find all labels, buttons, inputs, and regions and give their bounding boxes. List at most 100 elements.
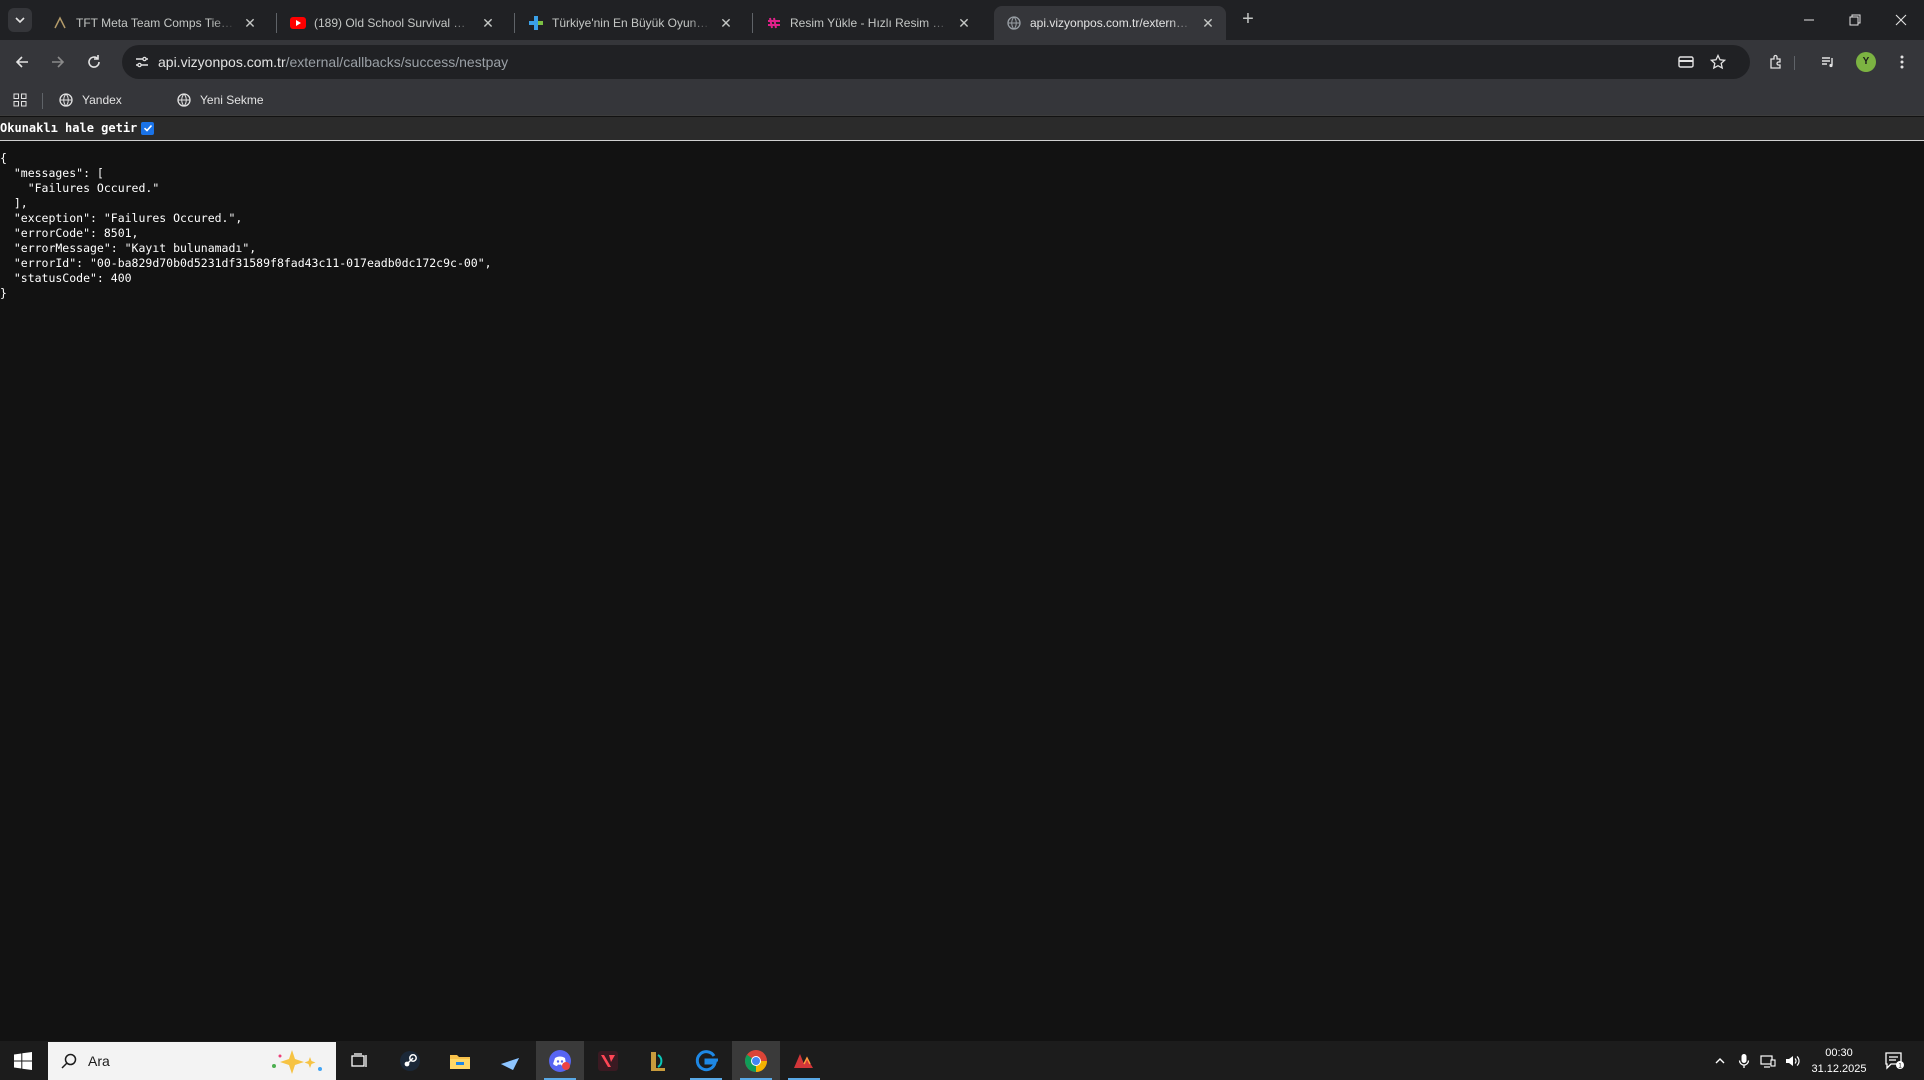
- tune-icon: [136, 56, 148, 68]
- pretty-print-checkbox[interactable]: [141, 121, 155, 135]
- tab[interactable]: (189) Old School Survival Camp ✕: [278, 6, 506, 40]
- plus-icon: [528, 15, 544, 31]
- chevron-down-icon: [15, 17, 25, 24]
- close-tab-icon[interactable]: ✕: [956, 15, 972, 31]
- back-button[interactable]: [8, 48, 36, 76]
- show-hidden-icons[interactable]: [1710, 1041, 1730, 1080]
- json-body: { "messages": [ "Failures Occured." ], "…: [0, 151, 492, 301]
- toolbar-divider: [1794, 56, 1795, 70]
- media-control-icon[interactable]: [1816, 50, 1840, 74]
- tab[interactable]: TFT Meta Team Comps Tier List ✕: [40, 6, 268, 40]
- bookmark-star-icon[interactable]: [1708, 52, 1728, 72]
- bookmark-yeni-sekme[interactable]: Yeni Sekme: [176, 91, 264, 109]
- json-line: "errorId": "00-ba829d70b0d5231df31589f8f…: [0, 256, 492, 270]
- pretty-print-label: Okunaklı hale getir: [0, 121, 138, 135]
- json-line: "errorCode": 8501,: [0, 226, 139, 240]
- page-content: Okunaklı hale getir { "messages": [ "Fai…: [0, 117, 1924, 1041]
- globe-icon: [58, 92, 74, 108]
- json-line: {: [0, 151, 7, 165]
- json-line: "statusCode": 400: [0, 271, 132, 285]
- close-window-button[interactable]: [1878, 0, 1924, 40]
- apps-grid-icon: [12, 92, 28, 108]
- url-path: /external/callbacks/success/nestpay: [285, 54, 509, 70]
- start-button[interactable]: [0, 1041, 46, 1080]
- tab-divider: [752, 13, 753, 33]
- task-view-icon[interactable]: [336, 1041, 384, 1080]
- globe-icon: [1006, 15, 1022, 31]
- reload-button[interactable]: [80, 48, 108, 76]
- card-icon[interactable]: [1676, 52, 1696, 72]
- json-line: "errorMessage": "Kayıt bulunamadı",: [0, 241, 257, 255]
- close-tab-icon[interactable]: ✕: [242, 15, 258, 31]
- windows-icon: [14, 1051, 32, 1070]
- json-line: ],: [0, 196, 28, 210]
- taskbar: Ara 00:30 31.12.2025 1: [0, 1041, 1924, 1080]
- app-icon[interactable]: [486, 1041, 534, 1080]
- close-icon: [1895, 14, 1907, 26]
- steam-icon[interactable]: [386, 1041, 434, 1080]
- tab-title: (189) Old School Survival Camp: [314, 16, 474, 30]
- tab-search-button[interactable]: [8, 8, 32, 32]
- new-tab-button[interactable]: +: [1236, 8, 1260, 32]
- close-tab-icon[interactable]: ✕: [480, 15, 496, 31]
- moon-icon: [134, 92, 150, 108]
- tab[interactable]: Türkiye'nin En Büyük Oyuncu Pazarı ✕: [516, 6, 744, 40]
- globe-icon: [176, 92, 192, 108]
- forward-button[interactable]: [44, 48, 72, 76]
- chevron-up-icon: [1715, 1057, 1725, 1063]
- taskbar-search[interactable]: Ara: [48, 1042, 336, 1080]
- close-tab-icon[interactable]: ✕: [718, 15, 734, 31]
- apps-button[interactable]: [12, 91, 36, 109]
- tab-divider: [276, 13, 277, 33]
- sparkle-icon: [272, 1050, 322, 1074]
- extensions-icon[interactable]: [1764, 50, 1788, 74]
- network-icon[interactable]: [1756, 1041, 1780, 1080]
- restore-icon: [1849, 14, 1861, 26]
- riot-icon[interactable]: [780, 1041, 828, 1080]
- minimize-button[interactable]: [1786, 0, 1832, 40]
- bookmark-label: Yeni Sekme: [200, 93, 264, 107]
- reload-icon: [88, 55, 100, 68]
- json-viewer-toolbar: Okunaklı hale getir: [0, 117, 1924, 141]
- browser-g-icon[interactable]: [682, 1041, 730, 1080]
- tab-strip: TFT Meta Team Comps Tier List ✕ (189) Ol…: [0, 0, 1924, 40]
- microphone-icon[interactable]: [1734, 1041, 1754, 1080]
- clock-date: 31.12.2025: [1811, 1063, 1867, 1075]
- taskbar-search-placeholder: Ara: [88, 1053, 110, 1069]
- clock-time: 00:30: [1825, 1047, 1853, 1059]
- tab[interactable]: Resim Yükle - Hızlı Resim Paylaş ✕: [754, 6, 982, 40]
- file-explorer-icon[interactable]: [436, 1041, 484, 1080]
- tab-divider: [514, 13, 515, 33]
- notification-icon: 1: [1885, 1051, 1904, 1070]
- valorant-icon[interactable]: [584, 1041, 632, 1080]
- pretty-print-toggle[interactable]: Okunaklı hale getir: [0, 121, 155, 135]
- bookmark-yandex[interactable]: Yandex: [58, 91, 122, 109]
- json-line: "messages": [: [0, 166, 104, 180]
- imgur-icon: [766, 15, 782, 31]
- arrow-right-icon: [52, 56, 65, 68]
- address-bar[interactable]: api.vizyonpos.com.tr/external/callbacks/…: [122, 45, 1750, 79]
- chrome-icon[interactable]: [732, 1041, 780, 1080]
- json-line: "Failures Occured.": [0, 181, 160, 195]
- url-text[interactable]: api.vizyonpos.com.tr/external/callbacks/…: [158, 54, 508, 70]
- site-info-button[interactable]: [130, 50, 154, 74]
- bookmark-label: Yandex: [82, 93, 122, 107]
- discord-icon[interactable]: [536, 1041, 584, 1080]
- browser-toolbar: api.vizyonpos.com.tr/external/callbacks/…: [0, 40, 1924, 84]
- taskbar-clock[interactable]: 00:30 31.12.2025: [1802, 1045, 1876, 1077]
- tab-title: Resim Yükle - Hızlı Resim Paylaş: [790, 16, 950, 30]
- tab-active[interactable]: api.vizyonpos.com.tr/external/callbacks …: [994, 6, 1226, 40]
- bookmark-moon[interactable]: [134, 91, 158, 109]
- profile-avatar[interactable]: Y: [1856, 52, 1876, 72]
- menu-icon[interactable]: [1890, 50, 1914, 74]
- league-icon[interactable]: [634, 1041, 682, 1080]
- bookmarks-bar: Yandex Yeni Sekme: [0, 84, 1924, 116]
- json-line: }: [0, 286, 7, 300]
- volume-icon[interactable]: [1782, 1041, 1804, 1080]
- minimize-icon: [1804, 19, 1814, 21]
- restore-button[interactable]: [1832, 0, 1878, 40]
- notification-center[interactable]: 1: [1878, 1041, 1912, 1080]
- url-host: api.vizyonpos.com.tr: [158, 54, 286, 70]
- check-icon: [143, 124, 152, 132]
- close-tab-icon[interactable]: ✕: [1200, 15, 1216, 31]
